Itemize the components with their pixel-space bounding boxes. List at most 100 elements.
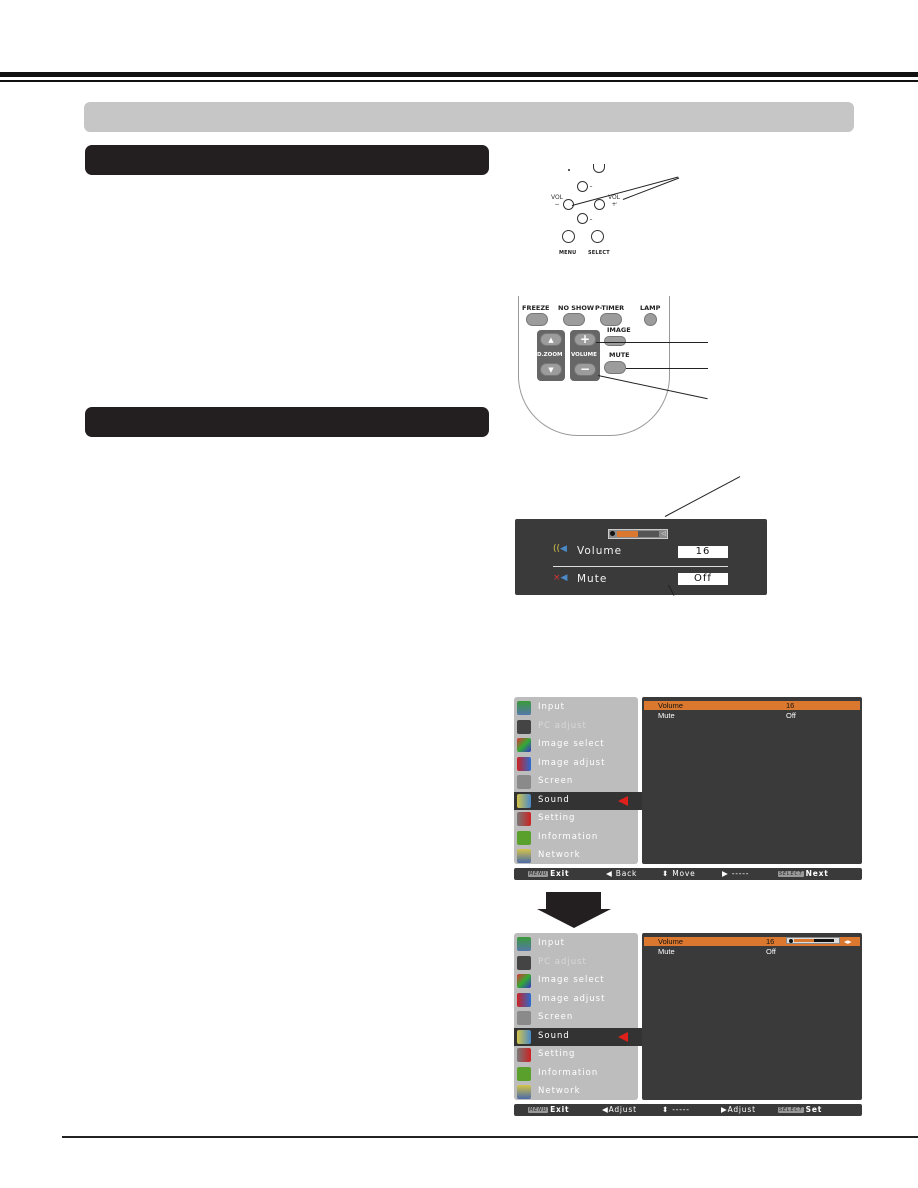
setting-icon — [517, 812, 531, 826]
menu-item-label: Information — [538, 1067, 599, 1078]
freeze-button[interactable] — [526, 313, 548, 326]
menu-screen-1: Input PC adjust Image select Image adjust Sc… — [514, 697, 862, 883]
menu-item-sound[interactable]: Sound — [514, 1027, 644, 1046]
menu-item-label: Setting — [538, 1049, 576, 1059]
no-show-label: NO SHOW — [558, 304, 595, 312]
menu-item-label: Input — [538, 938, 566, 948]
sound-icon: ((◀ — [553, 544, 567, 554]
no-show-button[interactable] — [563, 313, 585, 326]
dzoom-up-button[interactable]: ▲ — [540, 333, 562, 346]
image-adjust-icon — [517, 756, 531, 771]
freeze-label: FREEZE — [522, 304, 550, 312]
menu-item-setting[interactable]: Setting — [514, 810, 638, 828]
menu-item-label: Image select — [538, 739, 605, 749]
menu-item-screen[interactable]: Screen — [514, 773, 638, 791]
callout-line — [626, 368, 708, 369]
screen-icon — [517, 775, 531, 789]
vol-plus-label: VOL + — [607, 194, 621, 208]
menu-item-label: Screen — [538, 776, 574, 786]
volume-value: 16 — [678, 546, 728, 558]
menu-item-screen[interactable]: Screen — [514, 1009, 638, 1027]
menu-item-setting[interactable]: Setting — [514, 1046, 638, 1064]
callout-line — [664, 476, 741, 517]
sound-icon — [517, 793, 531, 808]
menu-item-image-select[interactable]: Image select — [514, 972, 638, 990]
menu-item-pc-adjust[interactable]: PC adjust — [514, 718, 638, 736]
status-adjust-left: ◀Adjust — [602, 1105, 637, 1114]
menu-item-label: Information — [538, 831, 599, 842]
menu-item-label: Network — [538, 850, 581, 860]
sound-submenu: Volume 16 Mute Off — [642, 697, 862, 864]
lamp-label: LAMP — [640, 304, 661, 312]
status-bar: MENU Exit ◀ Back ⬍ Move ▶ ----- SELECT Nex… — [514, 868, 862, 880]
p-timer-button[interactable] — [600, 313, 622, 326]
right-vol-plus-button[interactable] — [594, 199, 605, 210]
status-exit: MENU Exit — [528, 869, 570, 878]
main-menu-list: Input PC adjust Image select Image adjust Sc… — [514, 697, 644, 865]
menu-item-label: Input — [538, 702, 566, 712]
menu-item-network[interactable]: Network — [514, 1083, 638, 1101]
submenu-row-mute[interactable]: Mute Off — [644, 947, 860, 956]
submenu-row-volume[interactable]: Volume 16 ◂▸ — [644, 937, 860, 946]
menu-item-label: Sound — [538, 794, 570, 805]
subsection-bar-2 — [85, 407, 489, 437]
volume-osd: ◁ ((◀ Volume 16 ×◀ Mute Off — [515, 519, 767, 595]
setting-icon — [517, 1048, 531, 1062]
mute-button[interactable] — [604, 361, 626, 374]
vol-minus-label: VOL − — [550, 194, 564, 208]
menu-item-label: Image adjust — [538, 757, 606, 768]
menu-item-label: Image adjust — [538, 993, 606, 1004]
image-adjust-icon — [517, 992, 531, 1007]
adjust-arrows-icon: ◂▸ — [844, 937, 852, 946]
menu-item-network[interactable]: Network — [514, 847, 638, 865]
menu-screen-2: Input PC adjust Image select Image adjust Sc… — [514, 933, 862, 1119]
mute-label: Mute — [577, 573, 608, 585]
input-icon — [517, 701, 531, 715]
sound-icon — [517, 1029, 531, 1044]
information-icon — [517, 830, 531, 845]
down-arrow-icon — [537, 892, 611, 928]
menu-label: MENU — [559, 250, 577, 256]
menu-item-label: Sound — [538, 1030, 570, 1041]
up-button[interactable] — [577, 181, 588, 192]
menu-item-label: PC adjust — [538, 956, 587, 967]
menu-item-label: Network — [538, 1086, 581, 1096]
remote-control-illustration: FREEZE NO SHOW P-TIMER LAMP ▲ ▼ D.ZOOM +… — [518, 296, 708, 441]
lamp-button[interactable] — [644, 313, 657, 326]
menu-item-image-select[interactable]: Image select — [514, 736, 638, 754]
down-button[interactable] — [577, 213, 588, 224]
volume-minus-button[interactable]: − — [574, 363, 596, 376]
network-icon — [517, 849, 531, 863]
volume-plus-button[interactable]: + — [574, 333, 596, 346]
image-label: IMAGE — [607, 326, 631, 334]
submenu-row-volume[interactable]: Volume 16 — [644, 701, 860, 710]
selection-arrow-icon — [618, 795, 628, 806]
power-button[interactable] — [593, 164, 605, 173]
menu-item-information[interactable]: Information — [514, 1065, 638, 1083]
indicator-dot — [568, 169, 570, 171]
menu-item-pc-adjust[interactable]: PC adjust — [514, 954, 638, 972]
menu-item-input[interactable]: Input — [514, 699, 638, 717]
submenu-row-mute[interactable]: Mute Off — [644, 711, 860, 720]
menu-item-sound[interactable]: Sound — [514, 791, 644, 810]
volume-min-icon — [610, 531, 615, 536]
mute-value: Off — [678, 573, 728, 585]
dzoom-down-button[interactable]: ▼ — [540, 363, 562, 376]
volume-level-fill — [617, 531, 638, 537]
image-select-icon — [517, 738, 531, 752]
menu-item-information[interactable]: Information — [514, 829, 638, 847]
main-menu-list: Input PC adjust Image select Image adjust Sc… — [514, 933, 644, 1101]
status-bar: MENU Exit ◀Adjust ⬍ ----- ▶Adjust SELECT S… — [514, 1104, 862, 1116]
status-next: SELECT Next — [778, 869, 829, 878]
select-button[interactable] — [591, 230, 604, 243]
menu-item-label: Image select — [538, 975, 605, 985]
menu-item-image-adjust[interactable]: Image adjust — [514, 755, 638, 773]
menu-item-input[interactable]: Input — [514, 935, 638, 953]
menu-item-image-adjust[interactable]: Image adjust — [514, 991, 638, 1009]
menu-button[interactable] — [562, 230, 575, 243]
volume-slider[interactable] — [786, 937, 840, 944]
section-title-bar — [84, 102, 854, 132]
status-exit: MENU Exit — [528, 1105, 570, 1114]
status-right: ▶ ----- — [722, 869, 750, 878]
image-button[interactable] — [604, 336, 626, 346]
